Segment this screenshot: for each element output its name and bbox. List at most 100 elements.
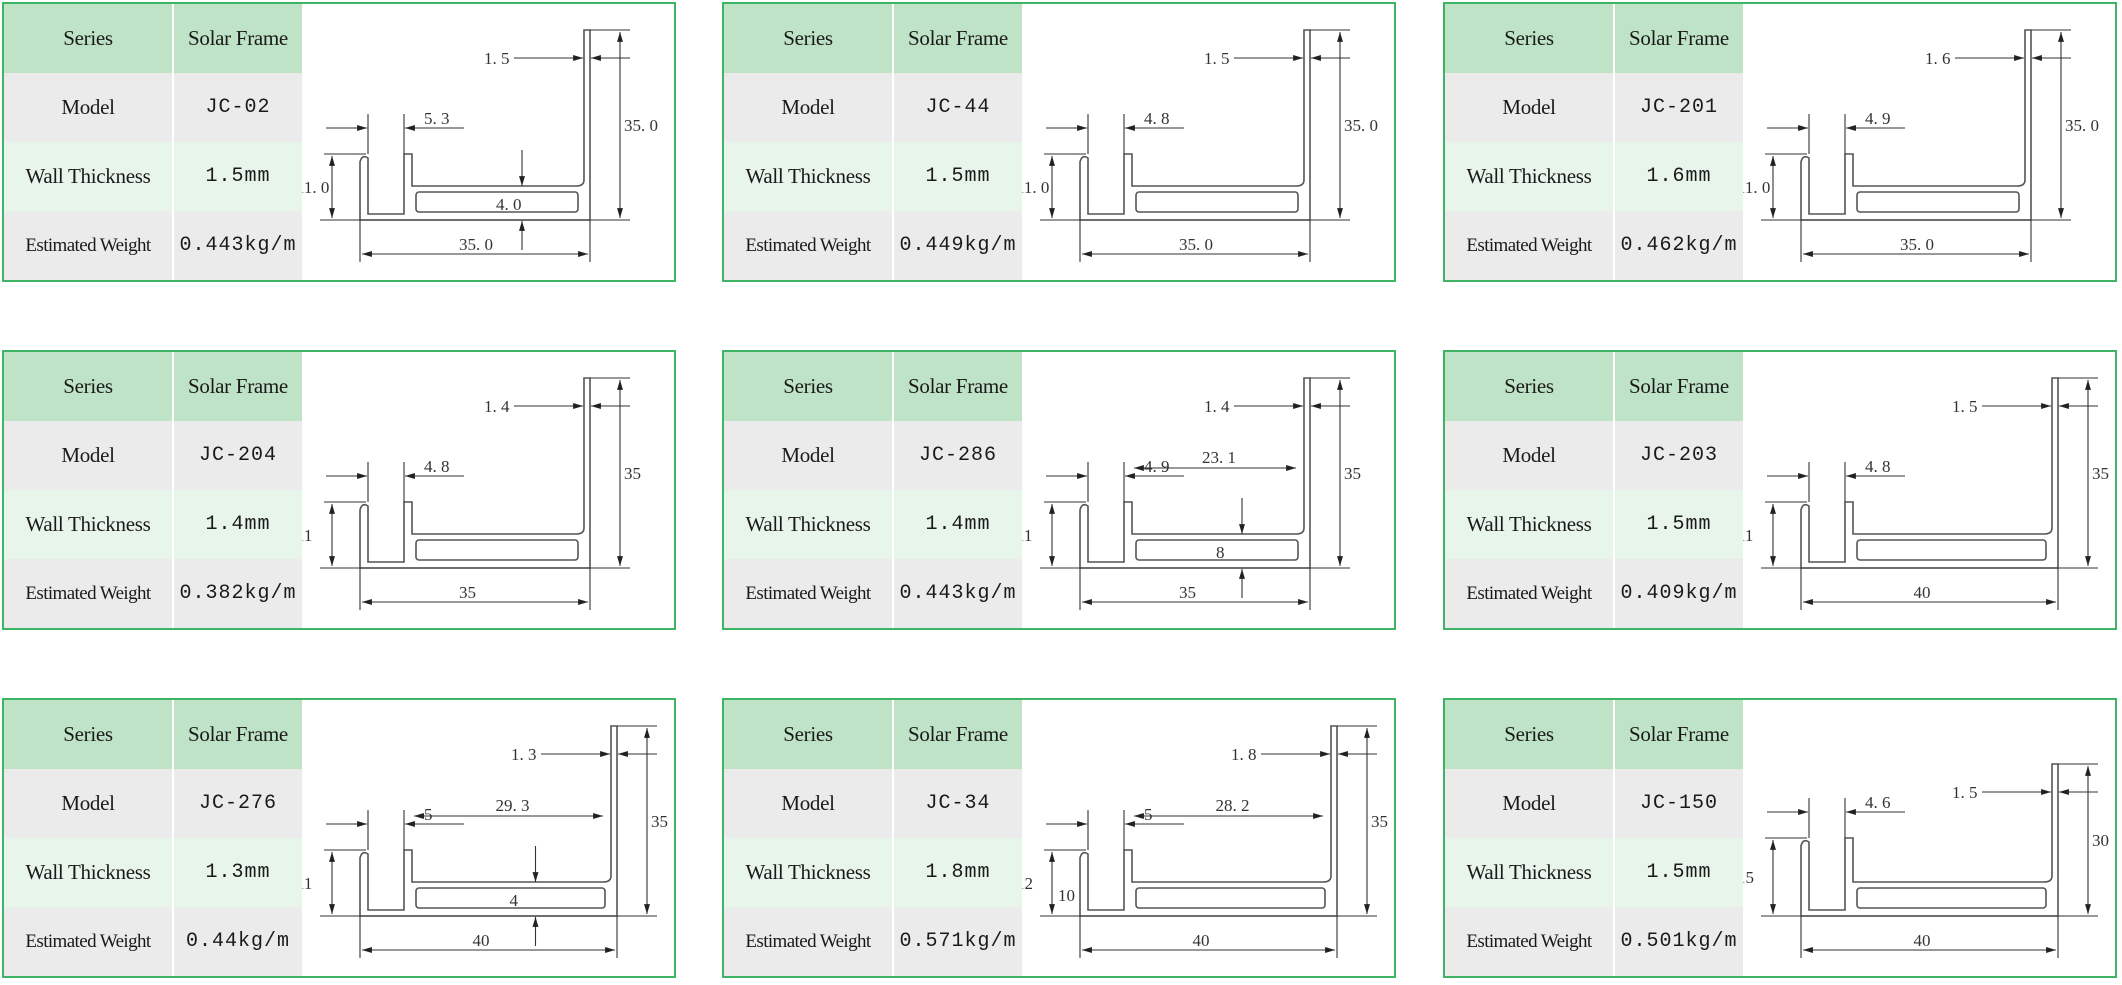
wall-thickness-label: Wall Thickness bbox=[724, 142, 892, 211]
profile-drawing: 35 35 1. 4 11 4. 8 bbox=[302, 352, 674, 628]
product-card-jc-204: Series Solar Frame Model JC-204 Wall Thi… bbox=[2, 350, 676, 630]
thickness-dimension-label: 1. 4 bbox=[484, 397, 510, 416]
wall-thickness-label: Wall Thickness bbox=[724, 838, 892, 907]
estimated-weight-label: Estimated Weight bbox=[1445, 559, 1613, 628]
spec-table: Series Solar Frame Model JC-203 Wall Thi… bbox=[1445, 352, 1743, 628]
width-dimension-label: 40 bbox=[473, 931, 490, 950]
series-label: Series bbox=[724, 700, 892, 769]
profile-cross-section-svg: 35. 0 35. 0 1. 5 11. 0 4. 8 bbox=[1022, 29, 1378, 262]
profile-drawing: 35. 0 35. 0 1. 5 11. 0 4. 8 bbox=[1022, 4, 1394, 280]
profile-cross-section-svg: 35. 0 35. 0 1. 6 11. 0 4. 9 bbox=[1743, 29, 2099, 262]
wall-thickness-label: Wall Thickness bbox=[1445, 142, 1613, 211]
height-dimension-label: 35. 0 bbox=[1344, 116, 1378, 135]
model-label: Model bbox=[724, 769, 892, 838]
model-value: JC-34 bbox=[894, 769, 1022, 838]
hollow-chamber bbox=[1856, 191, 2020, 213]
product-card-jc-276: Series Solar Frame Model JC-276 Wall Thi… bbox=[2, 698, 676, 978]
lip-height-dimension-label: 11. 0 bbox=[1022, 178, 1049, 197]
estimated-weight-value: 0.44kg/m bbox=[174, 907, 302, 976]
estimated-weight-value: 0.443kg/m bbox=[174, 211, 302, 280]
estimated-weight-label: Estimated Weight bbox=[1445, 211, 1613, 280]
model-value: JC-201 bbox=[1615, 73, 1743, 142]
series-value: Solar Frame bbox=[174, 700, 302, 769]
series-value: Solar Frame bbox=[894, 4, 1022, 73]
inner-width-dimension-label: 28. 2 bbox=[1216, 796, 1250, 815]
estimated-weight-label: Estimated Weight bbox=[4, 559, 172, 628]
spec-table: Series Solar Frame Model JC-276 Wall Thi… bbox=[4, 700, 302, 976]
height-dimension-label: 35. 0 bbox=[2065, 116, 2099, 135]
series-label: Series bbox=[1445, 352, 1613, 421]
lip-height-dimension-label: 15 bbox=[1743, 868, 1754, 887]
product-card-jc-203: Series Solar Frame Model JC-203 Wall Thi… bbox=[1443, 350, 2117, 630]
profile-cross-section-svg: 35 35 1. 4 11 4. 8 bbox=[302, 377, 641, 610]
spec-table: Series Solar Frame Model JC-201 Wall Thi… bbox=[1445, 4, 1743, 280]
wall-thickness-value: 1.3mm bbox=[174, 838, 302, 907]
profile-drawing: 35 40 1. 8 12 10 5 28. 2 bbox=[1022, 700, 1394, 976]
series-value: Solar Frame bbox=[174, 352, 302, 421]
lip-height-dimension-label: 12 bbox=[1022, 874, 1033, 893]
thickness-dimension-label: 1. 5 bbox=[1204, 49, 1230, 68]
wall-thickness-label: Wall Thickness bbox=[4, 142, 172, 211]
model-label: Model bbox=[724, 421, 892, 490]
width-dimension-label: 35 bbox=[459, 583, 476, 602]
profile-drawing: 30 40 1. 5 15 4. 6 bbox=[1743, 700, 2115, 976]
thickness-dimension-label: 1. 5 bbox=[484, 49, 510, 68]
series-value: Solar Frame bbox=[894, 352, 1022, 421]
model-label: Model bbox=[1445, 769, 1613, 838]
series-label: Series bbox=[724, 4, 892, 73]
lip-inner-height-dimension-label: 10 bbox=[1058, 886, 1075, 905]
estimated-weight-value: 0.409kg/m bbox=[1615, 559, 1743, 628]
wall-thickness-value: 1.4mm bbox=[174, 490, 302, 559]
wall-thickness-value: 1.6mm bbox=[1615, 142, 1743, 211]
product-card-jc-286: Series Solar Frame Model JC-286 Wall Thi… bbox=[722, 350, 1396, 630]
hollow-chamber bbox=[1856, 539, 2047, 561]
floor-dimension-label: 4 bbox=[510, 891, 519, 910]
model-value: JC-44 bbox=[894, 73, 1022, 142]
hollow-chamber bbox=[1135, 191, 1299, 213]
profile-cross-section-svg: 35 40 1. 5 11 4. 8 bbox=[1743, 377, 2109, 610]
estimated-weight-value: 0.501kg/m bbox=[1615, 907, 1743, 976]
model-label: Model bbox=[4, 421, 172, 490]
lip-width-dimension-label: 5. 3 bbox=[424, 109, 450, 128]
profile-drawing: 35 40 1. 3 11 5 29. 3 4 bbox=[302, 700, 674, 976]
thickness-dimension-label: 1. 3 bbox=[511, 745, 537, 764]
series-label: Series bbox=[1445, 4, 1613, 73]
profile-cross-section-svg: 35 40 1. 3 11 5 29. 3 4 bbox=[302, 725, 668, 958]
spec-table: Series Solar Frame Model JC-150 Wall Thi… bbox=[1445, 700, 1743, 976]
wall-thickness-label: Wall Thickness bbox=[724, 490, 892, 559]
width-dimension-label: 35 bbox=[1179, 583, 1196, 602]
model-label: Model bbox=[724, 73, 892, 142]
height-dimension-label: 35 bbox=[2092, 464, 2109, 483]
series-label: Series bbox=[4, 4, 172, 73]
floor-dimension-label: 8 bbox=[1216, 543, 1225, 562]
spec-table: Series Solar Frame Model JC-44 Wall Thic… bbox=[724, 4, 1022, 280]
profile-drawing: 35 40 1. 5 11 4. 8 bbox=[1743, 352, 2115, 628]
thickness-dimension-label: 1. 5 bbox=[1952, 783, 1978, 802]
lip-height-dimension-label: 11 bbox=[1743, 526, 1753, 545]
estimated-weight-label: Estimated Weight bbox=[4, 211, 172, 280]
wall-thickness-value: 1.5mm bbox=[174, 142, 302, 211]
estimated-weight-label: Estimated Weight bbox=[1445, 907, 1613, 976]
estimated-weight-label: Estimated Weight bbox=[724, 559, 892, 628]
model-value: JC-02 bbox=[174, 73, 302, 142]
lip-width-dimension-label: 5 bbox=[1144, 805, 1153, 824]
hollow-chamber bbox=[1135, 887, 1326, 909]
product-card-jc-150: Series Solar Frame Model JC-150 Wall Thi… bbox=[1443, 698, 2117, 978]
model-label: Model bbox=[4, 769, 172, 838]
model-value: JC-203 bbox=[1615, 421, 1743, 490]
lip-height-dimension-label: 11 bbox=[302, 874, 312, 893]
lip-height-dimension-label: 11. 0 bbox=[1743, 178, 1770, 197]
height-dimension-label: 30 bbox=[2092, 831, 2109, 850]
height-dimension-label: 35 bbox=[1371, 812, 1388, 831]
wall-thickness-value: 1.4mm bbox=[894, 490, 1022, 559]
model-value: JC-150 bbox=[1615, 769, 1743, 838]
series-value: Solar Frame bbox=[1615, 352, 1743, 421]
frame-profile-outline bbox=[1800, 763, 2059, 917]
thickness-dimension-label: 1. 8 bbox=[1231, 745, 1257, 764]
estimated-weight-value: 0.449kg/m bbox=[894, 211, 1022, 280]
estimated-weight-value: 0.571kg/m bbox=[894, 907, 1022, 976]
spec-table: Series Solar Frame Model JC-02 Wall Thic… bbox=[4, 4, 302, 280]
wall-thickness-value: 1.5mm bbox=[1615, 838, 1743, 907]
height-dimension-label: 35 bbox=[651, 812, 668, 831]
width-dimension-label: 35. 0 bbox=[1900, 235, 1934, 254]
